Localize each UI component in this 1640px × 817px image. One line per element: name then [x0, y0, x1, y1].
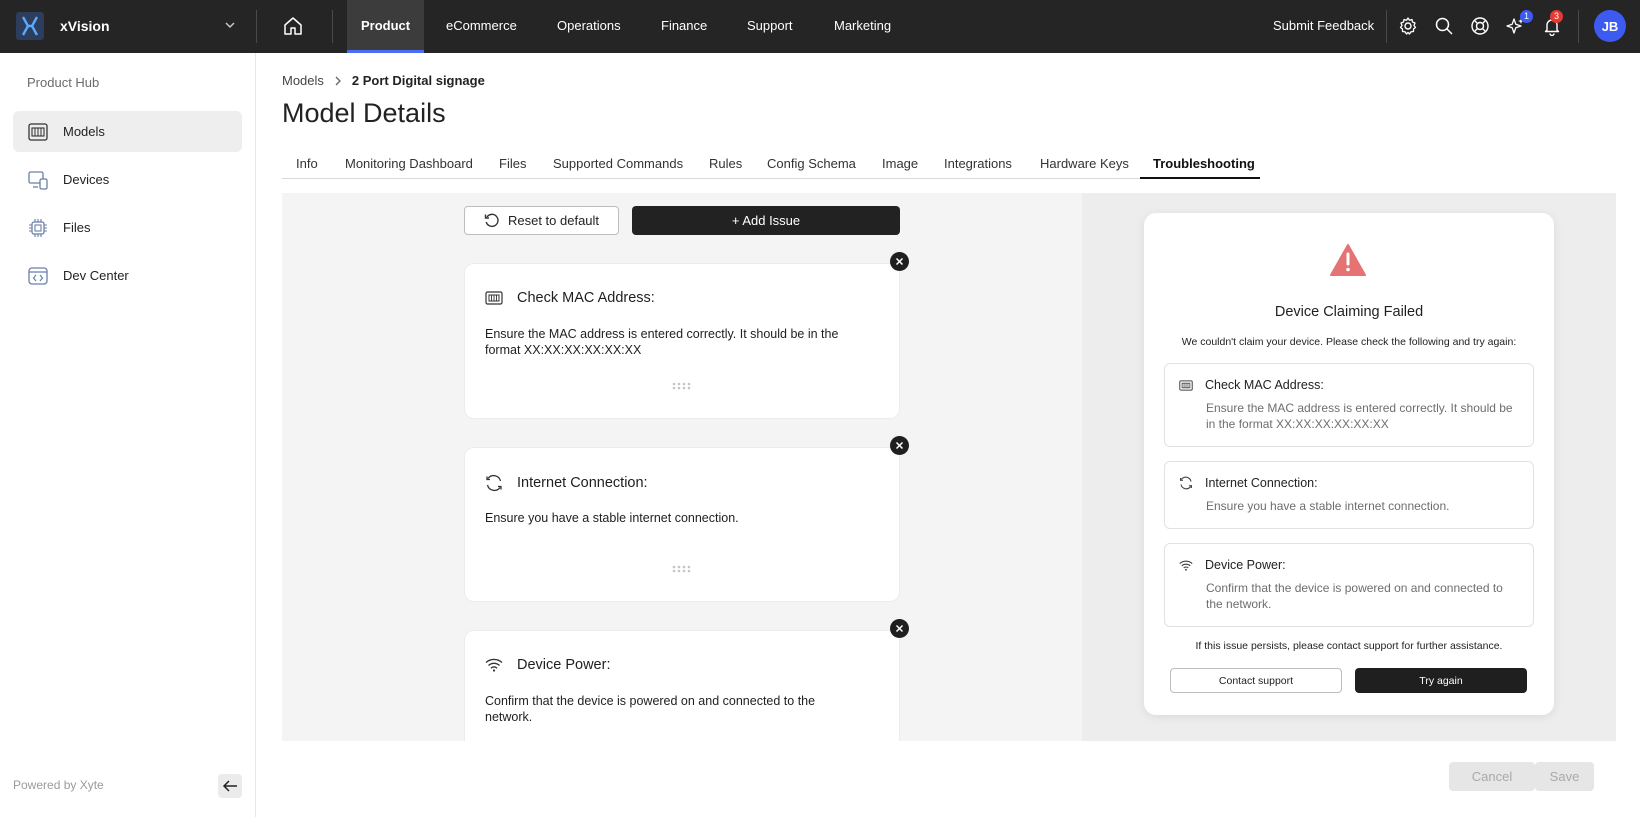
issue-title[interactable]: Device Power: — [517, 657, 610, 673]
issue-description[interactable]: Confirm that the device is powered on an… — [485, 693, 865, 725]
code-icon — [27, 265, 49, 287]
device-claiming-failed-preview: Device Claiming Failed We couldn't claim… — [1144, 213, 1554, 715]
nav-tab-product[interactable]: Product — [347, 0, 425, 53]
remove-issue-close-icon[interactable] — [890, 436, 909, 455]
divider — [256, 10, 257, 43]
sidebar-item-label: Dev Center — [63, 268, 129, 283]
sidebar-item-devices[interactable]: Devices — [13, 159, 242, 200]
model-details-tabs: Info Monitoring Dashboard Files Supporte… — [282, 148, 1260, 179]
tab-image[interactable]: Image — [882, 156, 918, 179]
warning-triangle-icon — [1329, 243, 1367, 277]
nav-tab-ecommerce[interactable]: eCommerce — [446, 0, 517, 53]
nav-tab-finance[interactable]: Finance — [661, 0, 707, 53]
divider — [1578, 10, 1579, 43]
sidebar: Product Hub Models Devices Files Dev Cen… — [0, 53, 256, 817]
home-icon[interactable] — [282, 15, 304, 37]
nav-tab-support[interactable]: Support — [747, 0, 793, 53]
sidebar-item-files[interactable]: Files — [13, 207, 242, 248]
sidebar-item-label: Files — [63, 220, 91, 235]
drag-handle-icon[interactable] — [671, 381, 693, 391]
search-icon[interactable] — [1433, 15, 1455, 37]
preview-issue-description: Ensure you have a stable internet connec… — [1206, 499, 1450, 513]
tab-config-schema[interactable]: Config Schema — [767, 156, 856, 179]
nav-tab-operations[interactable]: Operations — [557, 0, 621, 53]
preview-issue-description: Ensure the MAC address is entered correc… — [1206, 401, 1513, 431]
wifi-icon — [1179, 560, 1193, 571]
app-name[interactable]: xVision — [60, 18, 110, 34]
preview-footer-text: If this issue persists, please contact s… — [1195, 640, 1503, 652]
try-again-button[interactable]: Try again — [1355, 668, 1527, 693]
preview-issue-card: Device Power: Confirm that the device is… — [1164, 543, 1534, 627]
mac-address-icon — [1179, 379, 1193, 391]
page-title: Model Details — [282, 98, 446, 128]
preview-issue-card: Check MAC Address: Ensure the MAC addres… — [1164, 363, 1534, 447]
sidebar-item-dev-center[interactable]: Dev Center — [13, 255, 242, 296]
preview-subtitle: We couldn't claim your device. Please ch… — [1181, 336, 1517, 348]
remove-issue-close-icon[interactable] — [890, 252, 909, 271]
tab-info[interactable]: Info — [296, 156, 318, 179]
collapse-sidebar-button[interactable] — [218, 774, 242, 798]
preview-title: Device Claiming Failed — [1274, 304, 1424, 320]
tab-troubleshooting[interactable]: Troubleshooting — [1140, 156, 1260, 179]
tab-supported-commands[interactable]: Supported Commands — [553, 156, 683, 179]
issue-title[interactable]: Check MAC Address: — [517, 290, 655, 306]
connection-icon — [485, 474, 503, 492]
user-avatar[interactable]: JB — [1594, 10, 1626, 42]
reset-to-default-button[interactable]: Reset to default — [464, 206, 619, 235]
tab-integrations[interactable]: Integrations — [944, 156, 1012, 179]
model-icon — [27, 121, 49, 143]
arrow-left-icon — [222, 780, 237, 792]
preview-issue-title: Check MAC Address: — [1205, 378, 1324, 392]
tab-files[interactable]: Files — [499, 156, 526, 179]
chevron-down-icon[interactable] — [224, 19, 236, 31]
breadcrumb: Models 2 Port Digital signage — [282, 73, 485, 88]
tab-hardware-keys[interactable]: Hardware Keys — [1040, 156, 1129, 179]
tab-rules[interactable]: Rules — [709, 156, 742, 179]
preview-issue-card: Internet Connection: Ensure you have a s… — [1164, 461, 1534, 529]
divider — [1386, 10, 1387, 43]
chip-icon — [27, 217, 49, 239]
reset-label: Reset to default — [507, 213, 600, 228]
chevron-right-icon — [335, 76, 341, 85]
preview-issue-description: Confirm that the device is powered on an… — [1206, 581, 1503, 611]
issue-title[interactable]: Internet Connection: — [517, 475, 648, 491]
tab-monitoring-dashboard[interactable]: Monitoring Dashboard — [345, 156, 473, 179]
submit-feedback-link[interactable]: Submit Feedback — [1273, 18, 1374, 33]
sidebar-item-label: Devices — [63, 172, 110, 187]
notification-count-badge: 3 — [1550, 10, 1563, 23]
sidebar-item-models[interactable]: Models — [13, 111, 242, 152]
cancel-button[interactable]: Cancel — [1449, 762, 1535, 791]
divider — [332, 10, 333, 43]
connection-icon — [1179, 476, 1193, 490]
sidebar-item-label: Models — [63, 124, 105, 139]
breadcrumb-models-link[interactable]: Models — [282, 73, 324, 88]
help-lifebuoy-icon[interactable] — [1469, 15, 1491, 37]
settings-gear-icon[interactable] — [1397, 15, 1419, 37]
breadcrumb-current: 2 Port Digital signage — [351, 73, 485, 88]
issue-description[interactable]: Ensure the MAC address is entered correc… — [485, 326, 865, 358]
preview-issue-title: Internet Connection: — [1205, 476, 1318, 490]
mac-address-icon — [485, 291, 503, 305]
top-navigation-bar: xVision Product eCommerce Operations Fin… — [0, 0, 1640, 53]
issue-card[interactable]: Internet Connection: Ensure you have a s… — [464, 447, 900, 602]
sparkle-count-badge: 1 — [1520, 10, 1533, 23]
powered-by-text: Powered by Xyte — [13, 778, 104, 792]
nav-tab-marketing[interactable]: Marketing — [834, 0, 891, 53]
devices-icon — [27, 169, 49, 191]
drag-handle-icon[interactable] — [671, 564, 693, 574]
xvision-logo-icon[interactable] — [16, 12, 44, 40]
contact-support-button[interactable]: Contact support — [1170, 668, 1342, 693]
remove-issue-close-icon[interactable] — [890, 619, 909, 638]
preview-issue-title: Device Power: — [1205, 558, 1286, 572]
issue-description[interactable]: Ensure you have a stable internet connec… — [485, 510, 865, 526]
wifi-icon — [485, 658, 503, 672]
reset-icon — [484, 213, 499, 227]
save-button[interactable]: Save — [1535, 762, 1594, 791]
sidebar-heading: Product Hub — [27, 75, 100, 90]
issue-card[interactable]: Check MAC Address: Ensure the MAC addres… — [464, 263, 900, 419]
add-issue-button[interactable]: + Add Issue — [632, 206, 900, 235]
issue-card[interactable]: Device Power: Confirm that the device is… — [464, 630, 900, 741]
